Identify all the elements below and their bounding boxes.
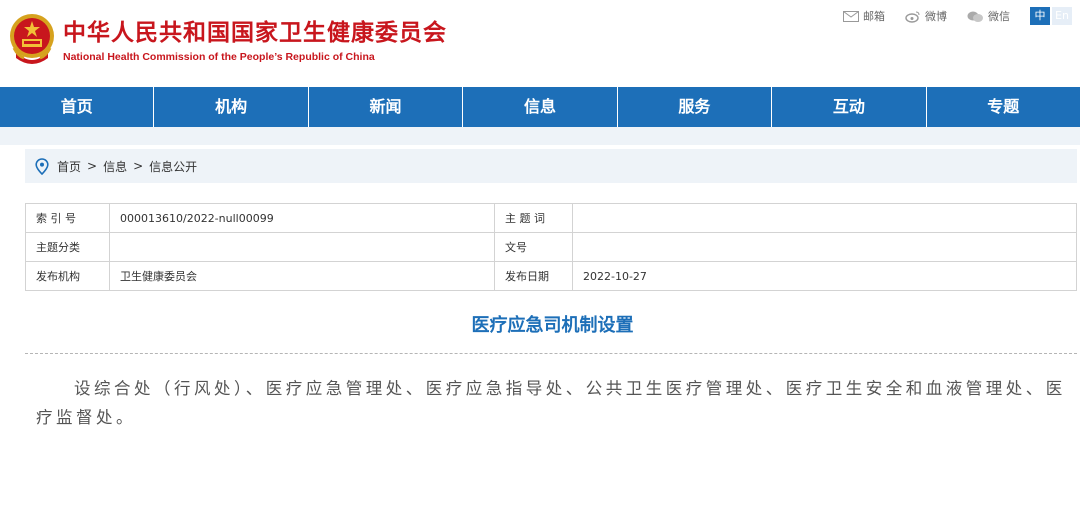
lang-zh-button[interactable]: 中 xyxy=(1030,7,1050,25)
category-value xyxy=(109,232,495,262)
index-value: 000013610/2022-null00099 xyxy=(109,203,495,233)
table-row: 发布机构 卫生健康委员会 发布日期 2022-10-27 xyxy=(25,261,1077,291)
weibo-icon xyxy=(905,11,920,23)
breadcrumb-disclosure[interactable]: 信息公开 xyxy=(149,158,197,175)
main-nav: 首页 机构 新闻 信息 服务 互动 专题 xyxy=(0,87,1080,127)
index-label: 索 引 号 xyxy=(25,203,110,233)
weibo-link-label: 微博 xyxy=(925,10,947,23)
mail-link[interactable]: 邮箱 xyxy=(843,8,885,24)
date-label: 发布日期 xyxy=(494,261,573,291)
nav-underband xyxy=(0,127,1080,145)
site-title[interactable]: 中华人民共和国国家卫生健康委员会 xyxy=(63,13,447,47)
breadcrumb-information[interactable]: 信息 xyxy=(103,158,127,175)
table-row: 索 引 号 000013610/2022-null00099 主 题 词 xyxy=(25,203,1077,233)
lang-en-button[interactable]: En xyxy=(1052,7,1072,25)
keyword-value xyxy=(572,203,1077,233)
breadcrumb-separator: > xyxy=(133,159,144,173)
document-meta-table: 索 引 号 000013610/2022-null00099 主 题 词 主题分… xyxy=(25,203,1077,291)
site-header: 中华人民共和国国家卫生健康委员会 National Health Commiss… xyxy=(0,0,1080,86)
breadcrumb: 首页 > 信息 > 信息公开 xyxy=(25,149,1077,183)
mail-link-label: 邮箱 xyxy=(863,10,885,23)
nav-item-interaction[interactable]: 互动 xyxy=(772,87,927,127)
nav-item-services[interactable]: 服务 xyxy=(618,87,773,127)
docno-label: 文号 xyxy=(494,232,573,262)
publisher-label: 发布机构 xyxy=(25,261,110,291)
publisher-value: 卫生健康委员会 xyxy=(109,261,495,291)
nav-item-topics[interactable]: 专题 xyxy=(927,87,1080,127)
breadcrumb-home[interactable]: 首页 xyxy=(57,158,81,175)
keyword-label: 主 题 词 xyxy=(494,203,573,233)
site-subtitle: National Health Commission of the People… xyxy=(63,51,375,63)
article-body: 设综合处（行风处）、医疗应急管理处、医疗应急指导处、公共卫生医疗管理处、医疗卫生… xyxy=(36,379,1066,427)
nav-item-news[interactable]: 新闻 xyxy=(309,87,464,127)
wechat-link-label: 微信 xyxy=(988,10,1010,23)
language-switch: 中 En xyxy=(1030,7,1072,25)
national-emblem-logo[interactable] xyxy=(8,12,56,68)
wechat-link[interactable]: 微信 xyxy=(967,8,1010,24)
article-title: 医疗应急司机制设置 xyxy=(471,315,634,336)
mail-icon xyxy=(843,10,859,22)
table-row: 主题分类 文号 xyxy=(25,232,1077,262)
breadcrumb-separator: > xyxy=(87,159,98,173)
docno-value xyxy=(572,232,1077,262)
date-value: 2022-10-27 xyxy=(572,261,1077,291)
wechat-icon xyxy=(967,11,983,22)
nav-item-home[interactable]: 首页 xyxy=(0,87,155,127)
top-links: 邮箱 微博 微信 中 En xyxy=(843,7,1072,25)
category-label: 主题分类 xyxy=(25,232,110,262)
nav-item-information[interactable]: 信息 xyxy=(463,87,618,127)
weibo-link[interactable]: 微博 xyxy=(905,8,947,24)
title-divider xyxy=(25,353,1077,354)
location-pin-icon xyxy=(35,157,49,175)
nav-item-organization[interactable]: 机构 xyxy=(154,87,309,127)
